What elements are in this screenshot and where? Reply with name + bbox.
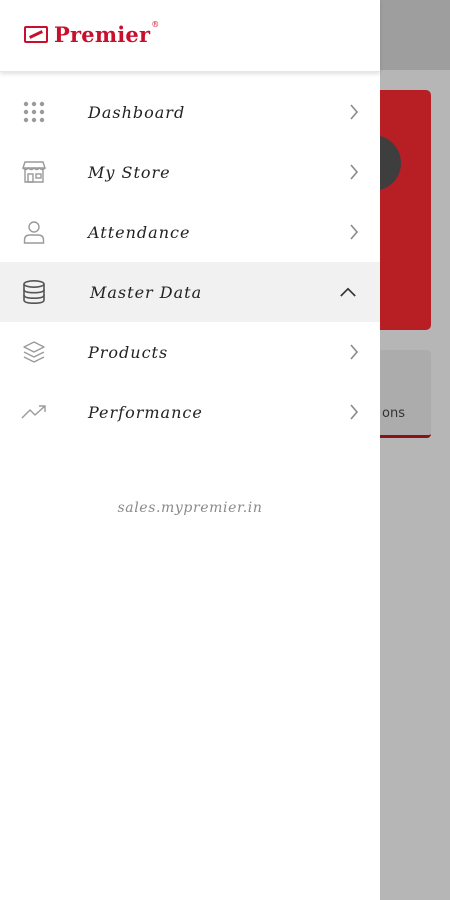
menu-item-attendance[interactable]: Attendance bbox=[0, 202, 380, 262]
menu-item-label: Products bbox=[88, 342, 169, 362]
menu-item-label: Performance bbox=[88, 402, 203, 422]
premier-logo: Premier ® bbox=[24, 20, 160, 47]
menu-item-label: Attendance bbox=[88, 222, 191, 242]
logo-text: Premier bbox=[54, 22, 151, 47]
background-app-bar bbox=[380, 0, 450, 70]
menu-item-my-store[interactable]: My Store bbox=[0, 142, 380, 202]
menu-item-label: Dashboard bbox=[88, 102, 186, 122]
menu-item-label: My Store bbox=[88, 162, 171, 182]
chevron-right-icon bbox=[346, 342, 362, 362]
menu-item-performance[interactable]: Performance bbox=[0, 382, 380, 442]
person-icon bbox=[20, 218, 48, 246]
chevron-right-icon bbox=[346, 102, 362, 122]
menu-item-dashboard[interactable]: Dashboard bbox=[0, 82, 380, 142]
grid-icon bbox=[20, 98, 48, 126]
store-icon bbox=[20, 158, 48, 186]
drawer-menu: Dashboard My Store Attendance Master Dat… bbox=[0, 82, 380, 442]
chevron-right-icon bbox=[346, 402, 362, 422]
navigation-drawer: Premier ® Dashboard My Store Attendance … bbox=[0, 0, 380, 900]
registered-mark: ® bbox=[151, 20, 160, 29]
trending-up-icon bbox=[20, 398, 48, 426]
website-url: sales.mypremier.in bbox=[117, 500, 263, 516]
menu-item-master-data[interactable]: Master Data bbox=[0, 262, 380, 322]
chevron-up-icon bbox=[340, 282, 356, 302]
chevron-right-icon bbox=[346, 222, 362, 242]
logo-mark-icon bbox=[24, 26, 48, 43]
background-card-label: ons bbox=[382, 406, 405, 421]
layers-icon bbox=[20, 338, 48, 366]
drawer-header: Premier ® bbox=[0, 0, 380, 72]
chevron-right-icon bbox=[346, 162, 362, 182]
menu-item-label: Master Data bbox=[90, 282, 203, 302]
menu-item-products[interactable]: Products bbox=[0, 322, 380, 382]
database-icon bbox=[20, 278, 48, 306]
